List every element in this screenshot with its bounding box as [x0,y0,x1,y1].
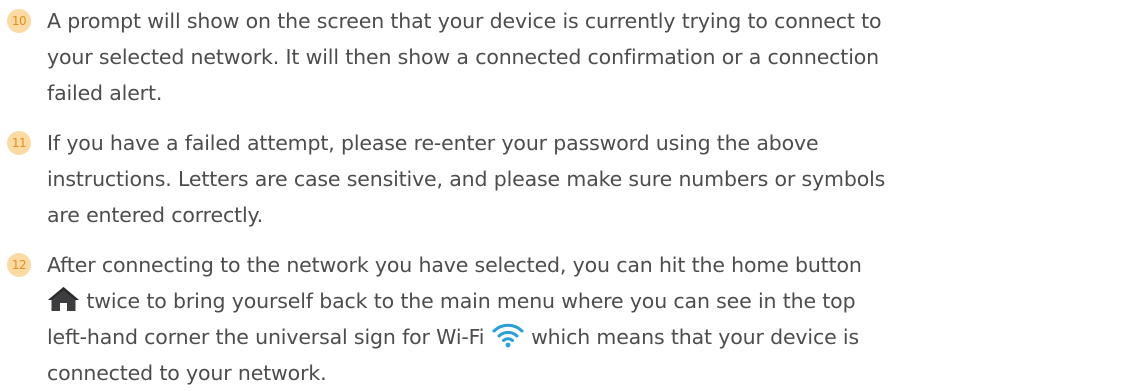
step-text-segment: twice to bring yourself back to the main… [80,289,856,313]
step-text: If you have a failed attempt, please re-… [47,125,1127,233]
step-text-line: After connecting to the network you have… [47,253,862,277]
step-text: After connecting to the network you have… [47,247,1127,391]
step-text-line: If you have a failed attempt, please re-… [47,131,819,155]
step-text-line: failed alert. [47,81,163,105]
step-text-line: connected to your network. [47,361,327,385]
step-number-badge: 11 [7,131,31,155]
step-text-segment: left-hand corner the universal sign for … [47,325,491,349]
step-text-line: twice to bring yourself back to the main… [47,283,1127,319]
step-text-segment: which means that your device is [524,325,859,349]
step-text: A prompt will show on the screen that yo… [47,3,1127,111]
home-icon [47,286,80,312]
step-text-line: left-hand corner the universal sign for … [47,319,1127,355]
wifi-icon [491,322,525,348]
step-number-badge: 10 [7,9,31,33]
step-text-line: are entered correctly. [47,203,263,227]
step-text-line: A prompt will show on the screen that yo… [47,9,882,33]
step-text-line: instructions. Letters are case sensitive… [47,167,886,191]
step-text-line: your selected network. It will then show… [47,45,879,69]
step-number-badge: 12 [7,253,31,277]
